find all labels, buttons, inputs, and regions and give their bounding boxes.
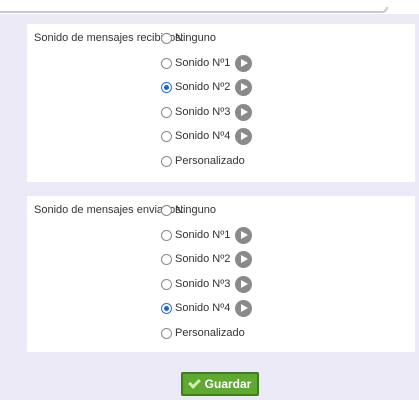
option-label: Sonido Nº1 bbox=[175, 228, 231, 241]
option-label: Sonido Nº2 bbox=[175, 81, 231, 93]
play-icon[interactable] bbox=[235, 128, 253, 145]
play-icon[interactable] bbox=[235, 54, 253, 72]
received-option-sound-3[interactable]: Sonido Nº3 bbox=[161, 103, 253, 130]
radio-button[interactable] bbox=[161, 327, 172, 339]
received-sound-panel: Sonido de mensajes recibidos: Ninguno So… bbox=[27, 24, 415, 182]
radio-button[interactable] bbox=[161, 131, 172, 142]
radio-button[interactable] bbox=[161, 229, 172, 241]
option-label: Sonido Nº2 bbox=[175, 253, 231, 265]
option-label: Sonido Nº3 bbox=[175, 105, 231, 118]
radio-button[interactable] bbox=[161, 278, 172, 290]
option-label: Sonido Nº3 bbox=[175, 277, 231, 290]
radio-button-selected[interactable] bbox=[161, 303, 172, 314]
option-label: Personalizado bbox=[175, 326, 245, 339]
play-icon[interactable] bbox=[235, 103, 253, 121]
radio-button[interactable] bbox=[161, 57, 172, 69]
sent-sound-options: Ninguno Sonido Nº1 Sonido Nº2 Sonido Nº3… bbox=[161, 203, 253, 351]
radio-button[interactable] bbox=[161, 33, 172, 44]
sent-option-custom[interactable]: Personalizado bbox=[161, 326, 252, 351]
sent-option-sound-2[interactable]: Sonido Nº2 bbox=[161, 251, 253, 277]
save-button[interactable]: Guardar bbox=[181, 372, 259, 396]
play-icon[interactable] bbox=[235, 79, 253, 96]
radio-button-selected[interactable] bbox=[161, 82, 172, 93]
save-button-label: Guardar bbox=[204, 377, 252, 391]
sent-option-sound-4[interactable]: Sonido Nº4 bbox=[161, 300, 253, 326]
sent-option-none[interactable]: Ninguno bbox=[161, 203, 252, 228]
top-panel-edge bbox=[0, 7, 388, 13]
play-icon[interactable] bbox=[235, 251, 253, 268]
sent-option-sound-3[interactable]: Sonido Nº3 bbox=[161, 275, 253, 302]
radio-button[interactable] bbox=[161, 205, 172, 216]
sent-option-sound-1[interactable]: Sonido Nº1 bbox=[161, 226, 253, 253]
option-label: Sonido Nº4 bbox=[175, 130, 231, 142]
radio-button[interactable] bbox=[161, 106, 172, 118]
radio-button[interactable] bbox=[161, 155, 172, 167]
option-label: Ninguno bbox=[175, 204, 216, 216]
play-icon[interactable] bbox=[235, 226, 253, 244]
option-label: Sonido Nº1 bbox=[175, 56, 231, 69]
option-label: Ninguno bbox=[175, 32, 216, 44]
received-option-sound-2[interactable]: Sonido Nº2 bbox=[161, 79, 253, 105]
received-option-sound-1[interactable]: Sonido Nº1 bbox=[161, 54, 253, 81]
received-option-custom[interactable]: Personalizado bbox=[161, 154, 252, 179]
check-icon bbox=[187, 376, 201, 389]
option-label: Sonido Nº4 bbox=[175, 302, 231, 314]
play-icon[interactable] bbox=[235, 275, 253, 293]
play-icon[interactable] bbox=[235, 300, 253, 317]
received-option-none[interactable]: Ninguno bbox=[161, 31, 252, 56]
radio-button[interactable] bbox=[161, 254, 172, 265]
sent-sound-panel: Sonido de mensajes enviados: Ninguno Son… bbox=[27, 196, 415, 352]
received-sound-options: Ninguno Sonido Nº1 Sonido Nº2 Sonido Nº3… bbox=[161, 31, 253, 179]
option-label: Personalizado bbox=[175, 154, 245, 167]
received-option-sound-4[interactable]: Sonido Nº4 bbox=[161, 128, 253, 154]
top-strip bbox=[0, 0, 419, 14]
